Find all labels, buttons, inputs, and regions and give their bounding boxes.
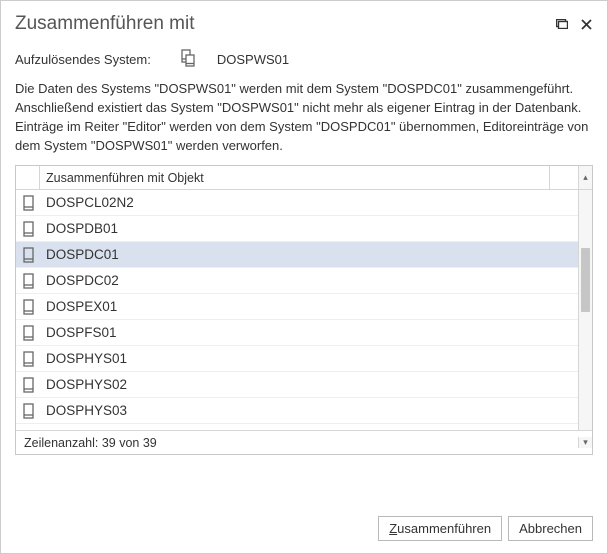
row-name: DOSPFS01 (40, 325, 550, 340)
row-count: Zeilenanzahl: 39 von 39 (16, 436, 578, 450)
table-row[interactable]: DOSPCL02N2 (16, 190, 578, 216)
device-icon (16, 351, 40, 367)
resolving-system: Aufzulösendes System: DOSPWS01 (15, 49, 593, 70)
titlebar: Zusammenführen mit (15, 13, 593, 35)
dialog-title: Zusammenführen mit (15, 13, 195, 35)
description: Die Daten des Systems "DOSPWS01" werden … (15, 80, 593, 155)
row-name: DOSPHYS01 (40, 351, 550, 366)
row-name: DOSPEX01 (40, 299, 550, 314)
device-icon (16, 221, 40, 237)
device-icon (16, 403, 40, 419)
row-name: DOSPHYS03 (40, 403, 550, 418)
row-name: DOSPDB01 (40, 221, 550, 236)
table-row[interactable]: DOSPFS01 (16, 320, 578, 346)
device-icon (16, 195, 40, 211)
table-row[interactable]: DOSPEX01 (16, 294, 578, 320)
chevron-down-icon: ▾ (583, 437, 588, 448)
device-icon (16, 273, 40, 289)
window-buttons (555, 17, 593, 31)
device-icon (16, 377, 40, 393)
col-icon[interactable] (16, 166, 40, 189)
dialog-buttons: Zusammenführen Abbrechen (378, 516, 593, 541)
table-rows: DOSPCL02N2 DOSPDB01 DOSPDC01 DOSPDC02 DOSPEX… (16, 190, 578, 430)
resolving-value: DOSPWS01 (181, 49, 289, 70)
scrollbar-thumb[interactable] (581, 248, 590, 312)
row-name: DOSPHYS02 (40, 377, 550, 392)
table-row[interactable]: DOSPHYS01 (16, 346, 578, 372)
resolving-label: Aufzulösendes System: (15, 52, 151, 67)
scroll-up-button[interactable]: ▴ (578, 166, 592, 189)
col-name[interactable]: Zusammenführen mit Objekt (40, 166, 550, 189)
row-name: DOSPDC01 (40, 247, 550, 262)
table-row[interactable]: DOSPDC01 (16, 242, 578, 268)
merge-dialog: Zusammenführen mit Aufzulösendes System: (0, 0, 608, 554)
table-row[interactable]: DOSPDB01 (16, 216, 578, 242)
row-name: DOSPCL02N2 (40, 195, 550, 210)
col-spacer (550, 166, 578, 189)
objects-table: Zusammenführen mit Objekt ▴ DOSPCL02N2DO… (15, 165, 593, 455)
table-header: Zusammenführen mit Objekt ▴ (16, 166, 592, 190)
device-icon (16, 299, 40, 315)
merge-button[interactable]: Zusammenführen (378, 516, 502, 541)
device-icon (181, 49, 195, 70)
cancel-button[interactable]: Abbrechen (508, 516, 593, 541)
resolving-system-name: DOSPWS01 (217, 52, 289, 67)
scroll-down-button[interactable]: ▾ (578, 437, 592, 448)
device-icon (16, 247, 40, 263)
row-name: DOSPDC02 (40, 273, 550, 288)
table-row[interactable]: DOSPHYS03 (16, 398, 578, 424)
maximize-icon[interactable] (555, 17, 569, 31)
table-row[interactable]: DOSPDC02 (16, 268, 578, 294)
close-icon[interactable] (579, 17, 593, 31)
chevron-up-icon: ▴ (583, 172, 588, 183)
table-footer: Zeilenanzahl: 39 von 39 ▾ (16, 430, 592, 454)
table-row[interactable]: DOSPHYS02 (16, 372, 578, 398)
scrollbar[interactable] (578, 190, 592, 430)
table-body: DOSPCL02N2 DOSPDB01 DOSPDC01 DOSPDC02 DOSPEX… (16, 190, 592, 430)
device-icon (16, 325, 40, 341)
